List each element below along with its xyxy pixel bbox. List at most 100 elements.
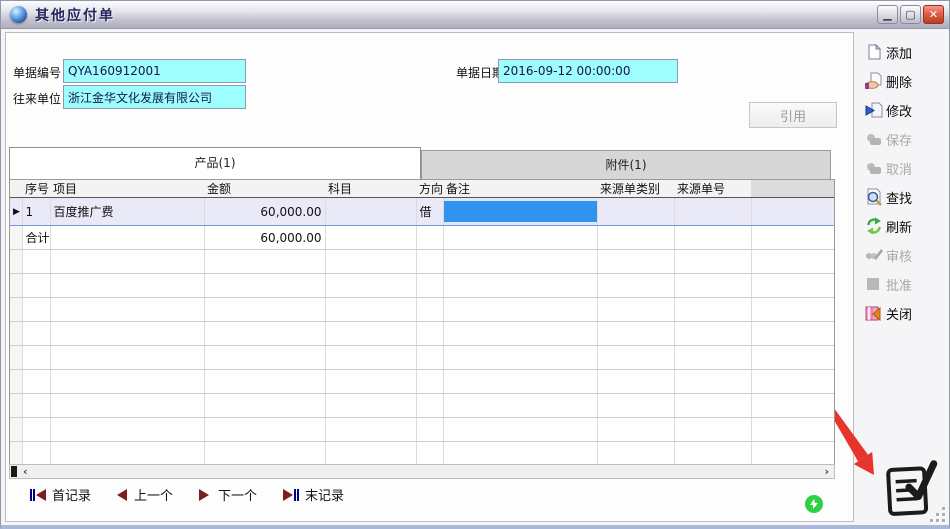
sidebar-search-button[interactable]: 查找 — [865, 186, 949, 208]
empty-cell — [50, 370, 204, 394]
close-button[interactable]: ✕ — [923, 5, 944, 24]
empty-cell — [50, 346, 204, 370]
empty-cell — [751, 394, 835, 418]
first-record-icon — [29, 488, 47, 502]
empty-cell — [443, 394, 597, 418]
scrollbar-thumb[interactable] — [11, 466, 17, 477]
total-amount: 60,000.00 — [204, 226, 325, 250]
nav-last-button[interactable]: 末记录 — [282, 485, 344, 504]
search-magnifier-icon — [865, 188, 883, 206]
sidebar-delete-button[interactable]: 删除 — [865, 70, 949, 92]
titlebar[interactable]: 其他应付单 ▁ ▢ ✕ — [1, 1, 949, 29]
empty-cell — [50, 418, 204, 442]
empty-cell — [204, 250, 325, 274]
doc-date-input[interactable] — [498, 59, 678, 83]
empty-cell — [50, 394, 204, 418]
cell-note-selected[interactable] — [443, 198, 597, 226]
cell-seq[interactable]: 1 — [22, 198, 50, 226]
cell-source-no[interactable] — [674, 198, 751, 226]
empty-cell — [50, 250, 204, 274]
empty-cell — [597, 322, 674, 346]
empty-row — [10, 250, 835, 274]
doc-date-label: 单据日期 — [456, 64, 504, 81]
empty-cell — [325, 298, 416, 322]
window-title: 其他应付单 — [35, 5, 115, 25]
sidebar-add-button[interactable]: 添加 — [865, 41, 949, 63]
empty-cell — [674, 394, 751, 418]
delete-hand-icon — [865, 72, 883, 90]
empty-cell — [751, 274, 835, 298]
empty-cell — [416, 322, 443, 346]
doc-no-input[interactable] — [63, 59, 246, 83]
empty-cell — [674, 346, 751, 370]
col-source-no: 来源单号 — [674, 180, 751, 198]
scroll-right-icon[interactable]: › — [824, 465, 829, 478]
empty-cell — [443, 250, 597, 274]
col-note: 备注 — [443, 180, 597, 198]
empty-cell — [674, 274, 751, 298]
empty-cell — [443, 418, 597, 442]
empty-row — [10, 274, 835, 298]
empty-cell — [597, 442, 674, 466]
empty-cell — [10, 322, 22, 346]
tab-products[interactable]: 产品(1) — [9, 147, 421, 180]
empty-cell — [416, 418, 443, 442]
empty-cell — [751, 346, 835, 370]
empty-cell — [204, 298, 325, 322]
data-row-1[interactable]: ▶ 1 百度推广费 60,000.00 借 — [10, 198, 835, 226]
col-item: 项目 — [50, 180, 204, 198]
empty-cell — [10, 346, 22, 370]
scroll-left-icon[interactable]: ‹ — [23, 465, 28, 478]
partner-input[interactable] — [63, 85, 246, 109]
sidebar-approve-button: 批准 — [865, 273, 949, 295]
approve-icon — [865, 275, 883, 293]
empty-row — [10, 322, 835, 346]
add-doc-icon — [865, 43, 883, 61]
audit-pen-icon — [865, 246, 883, 264]
detail-grid: 序号 项目 金额 科目 方向 备注 来源单类别 来源单号 ▶ 1 百度推广费 6… — [9, 179, 835, 465]
empty-cell — [325, 322, 416, 346]
nav-first-button[interactable]: 首记录 — [29, 485, 91, 504]
sidebar-close-button[interactable]: 关闭 — [865, 302, 949, 324]
cell-source-type[interactable] — [597, 198, 674, 226]
empty-cell — [50, 322, 204, 346]
other-payable-window: 其他应付单 ▁ ▢ ✕ 单据编号 单据日期 往来单位 引用 产品(1) 附件(1… — [0, 0, 950, 529]
empty-row — [10, 370, 835, 394]
cell-subject[interactable] — [325, 198, 416, 226]
empty-cell — [751, 250, 835, 274]
col-subject: 科目 — [325, 180, 416, 198]
empty-cell — [204, 394, 325, 418]
row-marker: ▶ — [10, 198, 22, 226]
sidebar-modify-button[interactable]: 修改 — [865, 99, 949, 121]
maximize-button[interactable]: ▢ — [900, 5, 921, 24]
empty-cell — [204, 370, 325, 394]
empty-cell — [443, 346, 597, 370]
empty-cell — [674, 370, 751, 394]
empty-cell — [10, 418, 22, 442]
col-source-type: 来源单类别 — [597, 180, 674, 198]
cell-amount[interactable]: 60,000.00 — [204, 198, 325, 226]
resize-grip[interactable] — [930, 507, 946, 523]
nav-previous-button[interactable]: 上一个 — [113, 485, 173, 504]
cancel-icon — [865, 159, 883, 177]
cell-item[interactable]: 百度推广费 — [50, 198, 204, 226]
empty-cell — [50, 442, 204, 466]
tab-attachments[interactable]: 附件(1) — [421, 150, 831, 180]
marker-col-header — [10, 180, 22, 198]
col-extra — [751, 180, 835, 198]
sidebar-cancel-button: 取消 — [865, 157, 949, 179]
empty-cell — [22, 370, 50, 394]
horizontal-scrollbar[interactable]: ‹ › — [9, 464, 835, 479]
empty-cell — [597, 250, 674, 274]
empty-cell — [416, 274, 443, 298]
cell-direction[interactable]: 借 — [416, 198, 443, 226]
sidebar-refresh-button[interactable]: 刷新 — [865, 215, 949, 237]
quote-button: 引用 — [749, 102, 837, 128]
empty-cell — [204, 274, 325, 298]
nav-next-button[interactable]: 下一个 — [197, 485, 257, 504]
empty-cell — [22, 418, 50, 442]
empty-cell — [751, 322, 835, 346]
empty-cell — [204, 418, 325, 442]
minimize-button[interactable]: ▁ — [877, 5, 898, 24]
empty-cell — [325, 370, 416, 394]
